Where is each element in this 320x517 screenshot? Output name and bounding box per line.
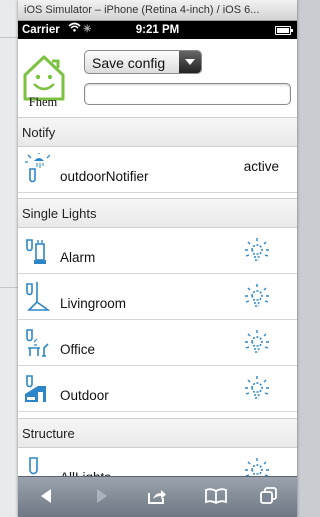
item-state: active [243, 159, 279, 174]
forward-icon[interactable] [94, 487, 110, 505]
desk-lamp-icon [26, 329, 49, 357]
list-item-livingroom[interactable]: Livingroom [18, 274, 297, 320]
status-time: 9:21 PM [135, 24, 180, 36]
item-label: Livingroom [60, 296, 127, 311]
list-item-alarm[interactable]: Alarm [18, 228, 297, 274]
bookmarks-icon[interactable] [205, 487, 227, 505]
chevron-down-icon [179, 51, 201, 73]
simulator-window: iOS Simulator – iPhone (Retina 4-inch) /… [18, 0, 297, 517]
outdoor-house-icon [25, 375, 46, 402]
divider-line [0, 287, 18, 288]
light-bulb-icon[interactable] [243, 282, 271, 310]
list-item-outdoornotifier[interactable]: outdoorNotifier active [18, 147, 297, 193]
tabs-icon[interactable] [260, 487, 278, 505]
light-bulb-icon[interactable] [243, 374, 271, 402]
logo-text: Fhem [28, 95, 58, 109]
app-header: Fhem Save config [18, 39, 297, 117]
light-bulb-icon[interactable] [243, 236, 271, 264]
item-label: Office [60, 342, 96, 357]
back-icon[interactable] [38, 487, 54, 505]
status-bar: Carrier ✳ 9:21 PM [18, 21, 297, 39]
item-label: outdoorNotifier [60, 169, 149, 184]
command-input[interactable] [84, 83, 291, 105]
list-item-outdoor[interactable]: Outdoor [18, 366, 297, 412]
window-title: iOS Simulator – iPhone (Retina 4-inch) /… [18, 0, 297, 21]
battery-icon [275, 26, 293, 35]
save-config-label: Save config [92, 55, 166, 71]
item-label: Outdoor [60, 388, 109, 403]
save-config-select[interactable]: Save config [84, 50, 202, 74]
share-icon[interactable] [147, 487, 167, 505]
list-item-office[interactable]: Office [18, 320, 297, 366]
divider-line [0, 37, 18, 38]
section-header-notify: Notify [18, 117, 297, 147]
section-header-single-lights: Single Lights [18, 198, 297, 228]
ceiling-lamp-icon [26, 282, 50, 311]
browser-toolbar [18, 476, 297, 517]
notify-icon [25, 153, 50, 183]
background-window-edge [0, 0, 18, 517]
section-header-structure: Structure [18, 418, 297, 448]
light-bulb-icon[interactable] [243, 328, 271, 356]
alarm-light-icon [26, 239, 46, 264]
item-label: Alarm [60, 250, 96, 265]
